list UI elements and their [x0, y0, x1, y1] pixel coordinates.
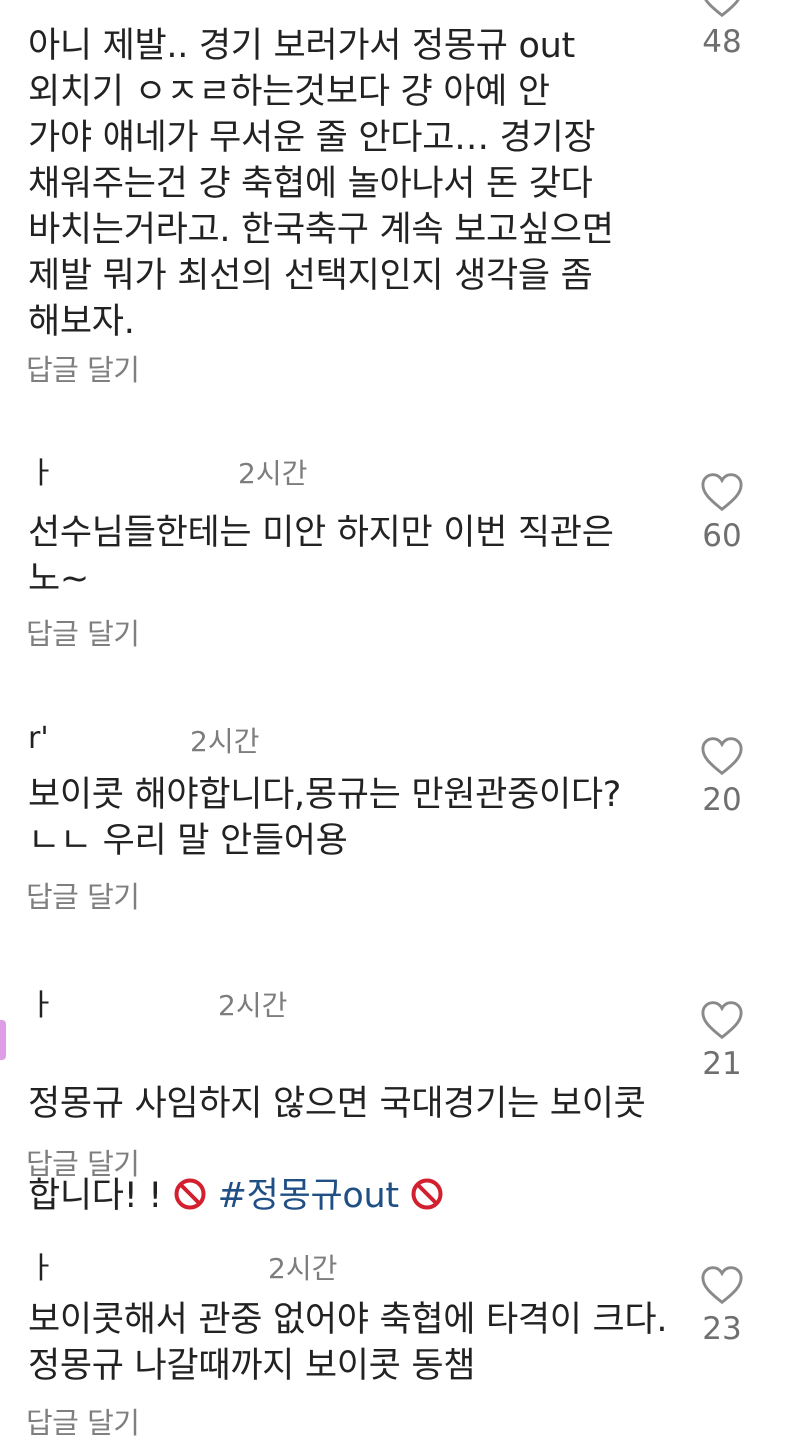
comment-meta: ㅏ 2시간	[28, 1243, 337, 1287]
comment-text: 보이콧해서 관중 없어야 축협에 타격이 크다. 정몽규 나갈때까지 보이콧 동…	[28, 1300, 668, 1386]
username[interactable]: r'	[28, 721, 49, 756]
like-button[interactable]: 60	[692, 472, 752, 554]
username[interactable]: ㅏ	[28, 1243, 56, 1287]
reply-button[interactable]: 답글 달기	[26, 1400, 140, 1442]
like-button[interactable]: 21	[692, 1000, 752, 1082]
like-count: 60	[702, 518, 742, 554]
comment-text: 보이콧 해야합니다,몽규는 만원관중이다? ㄴㄴ 우리 말 안들어용	[28, 775, 622, 861]
like-button[interactable]: 48	[692, 0, 752, 60]
like-count: 20	[702, 782, 742, 818]
like-button[interactable]: 23	[692, 1265, 752, 1347]
reply-button[interactable]: 답글 달기	[26, 347, 140, 389]
reply-button[interactable]: 답글 달기	[26, 1141, 140, 1183]
heart-outline-icon	[701, 1001, 743, 1040]
comment-text: 정몽규 사임하지 않으면 국대경기는 보이콧 합니다! ! #정몽규out	[28, 1035, 668, 1223]
comment-meta: r' 2시간	[28, 718, 259, 759]
timestamp: 2시간	[238, 457, 308, 490]
timestamp: 2시간	[268, 1252, 338, 1285]
heart-outline-icon	[701, 1266, 743, 1305]
heart-outline-icon	[704, 0, 740, 18]
timestamp: 2시간	[218, 989, 288, 1022]
reply-button[interactable]: 답글 달기	[26, 611, 140, 653]
comment-meta: ㅏ 2시간	[28, 980, 287, 1024]
comment-text-line: 정몽규 사임하지 않으면 국대경기는 보이콧	[28, 1084, 646, 1124]
comment-text: 아니 제발.. 경기 보러가서 정몽규 out 외치기 ㅇㅈㄹ하는것보다 걍 아…	[28, 26, 614, 342]
like-count: 48	[702, 24, 742, 60]
hashtag-link[interactable]: #정몽규out	[218, 1176, 399, 1216]
username[interactable]: ㅏ	[28, 980, 56, 1024]
heart-outline-icon	[701, 473, 743, 512]
username[interactable]: ㅏ	[28, 448, 56, 492]
like-count: 21	[702, 1046, 742, 1082]
prohibited-icon	[173, 1177, 207, 1223]
scroll-edge-indicator	[0, 1020, 6, 1060]
prohibited-icon	[410, 1177, 444, 1223]
reply-button[interactable]: 답글 달기	[26, 874, 140, 916]
comment-text: 선수님들한테는 미안 하지만 이번 직관은 노~	[28, 513, 614, 599]
timestamp: 2시간	[190, 725, 260, 758]
heart-outline-icon	[701, 737, 743, 776]
like-button[interactable]: 20	[692, 736, 752, 818]
comment-meta: ㅏ 2시간	[28, 448, 307, 492]
like-count: 23	[702, 1311, 742, 1347]
